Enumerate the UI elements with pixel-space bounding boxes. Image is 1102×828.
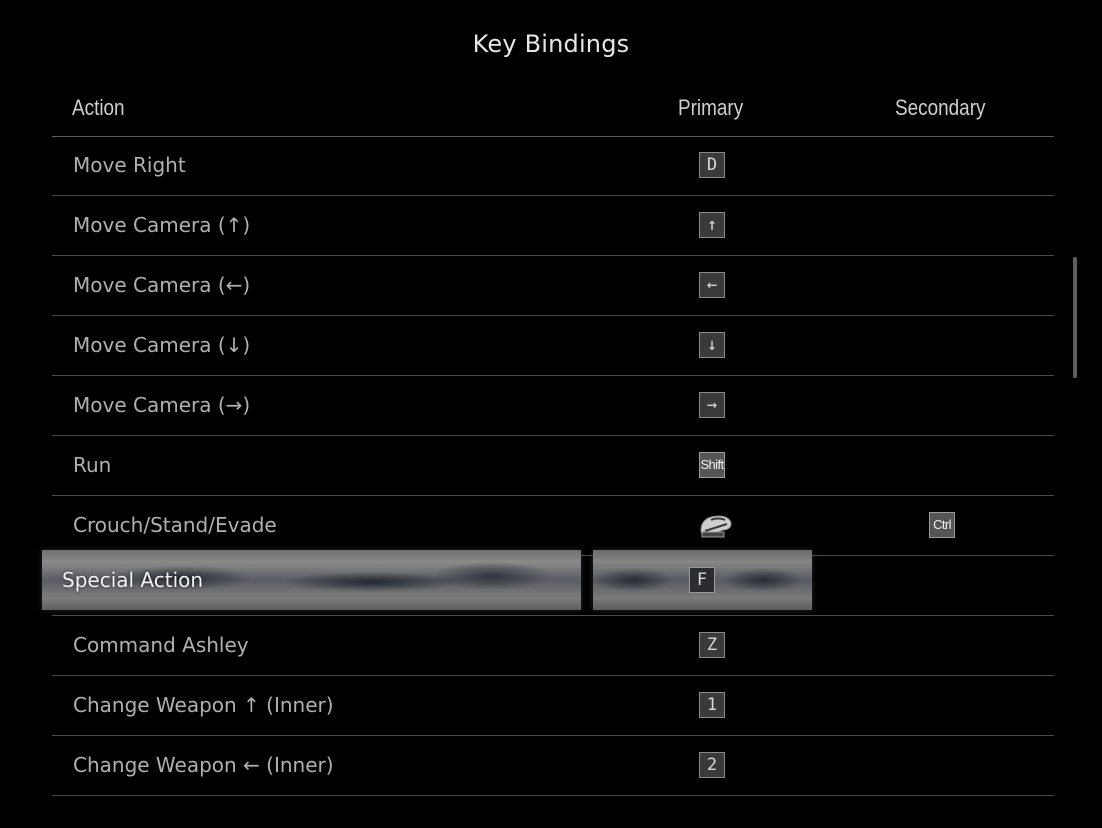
binding-row-command-ashley[interactable]: Command Ashley Z [52,616,1054,676]
column-header-action: Action [72,95,125,120]
bindings-list: Move Right D Move Camera (↑) ↑ Move Came… [42,136,1054,796]
binding-action-label: Command Ashley [73,633,249,657]
primary-key-badge[interactable]: Z [699,632,725,658]
binding-action-label: Move Camera (↓) [73,333,251,357]
bindings-header: Action Primary Secondary [52,88,1054,137]
binding-row-special-action[interactable]: Special Action F [42,550,1054,616]
primary-key-badge[interactable]: D [699,152,725,178]
primary-key-badge[interactable]: Shift [699,452,725,478]
scrollbar[interactable] [1073,257,1077,378]
binding-action-label: Move Right [73,153,186,177]
primary-key-badge[interactable]: → [699,392,725,418]
binding-action-label: Move Camera (←) [73,273,251,297]
binding-row-change-weapon-left-inner[interactable]: Change Weapon ← (Inner) 2 [52,736,1054,796]
binding-row-move-camera-up[interactable]: Move Camera (↑) ↑ [52,196,1054,256]
binding-row-move-right[interactable]: Move Right D [52,136,1054,196]
binding-row-move-camera-down[interactable]: Move Camera (↓) ↓ [52,316,1054,376]
secondary-key-badge[interactable]: Ctrl [929,512,955,538]
binding-action-label: Move Camera (↑) [73,213,251,237]
column-header-secondary: Secondary [895,95,986,120]
primary-key-badge[interactable]: ← [699,272,725,298]
screen-title: Key Bindings [472,30,630,58]
binding-action-label: Change Weapon ← (Inner) [73,753,334,777]
binding-action-label: Special Action [62,568,204,592]
primary-key-badge[interactable]: 2 [699,752,725,778]
primary-key-badge[interactable]: F [689,567,715,593]
binding-action-label: Crouch/Stand/Evade [73,513,277,537]
binding-row-run[interactable]: Run Shift [52,436,1054,496]
mouse-middle-button-icon[interactable] [697,510,733,540]
binding-row-crouch-stand-evade[interactable]: Crouch/Stand/Evade Ctrl [52,496,1054,556]
binding-action-label: Change Weapon ↑ (Inner) [73,693,334,717]
binding-row-move-camera-left[interactable]: Move Camera (←) ← [52,256,1054,316]
primary-key-badge[interactable]: ↑ [699,212,725,238]
binding-row-move-camera-right[interactable]: Move Camera (→) → [52,376,1054,436]
primary-key-badge[interactable]: ↓ [699,332,725,358]
column-header-primary: Primary [678,95,744,120]
primary-key-badge[interactable]: 1 [699,692,725,718]
binding-action-label: Move Camera (→) [73,393,251,417]
binding-action-label: Run [73,453,112,477]
binding-row-change-weapon-up-inner[interactable]: Change Weapon ↑ (Inner) 1 [52,676,1054,736]
